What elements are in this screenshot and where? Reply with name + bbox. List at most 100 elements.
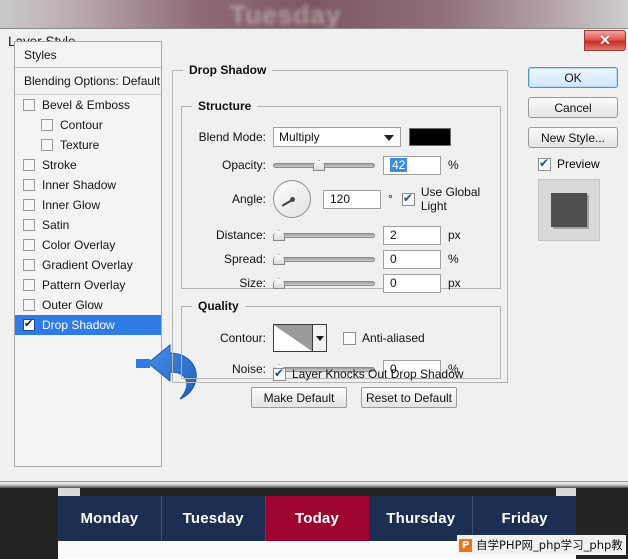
opacity-value: 42 [390, 158, 408, 172]
size-slider[interactable] [273, 276, 375, 290]
style-item-color-overlay[interactable]: Color Overlay [15, 235, 161, 255]
preview-label: Preview [557, 157, 600, 171]
cancel-button[interactable]: Cancel [528, 97, 618, 118]
reset-to-default-button[interactable]: Reset to Default [361, 387, 457, 408]
structure-group: Structure Blend Mode: Multiply Opacity: [181, 99, 501, 293]
chevron-down-icon [384, 135, 394, 141]
distance-slider[interactable] [273, 228, 375, 242]
size-value: 0 [390, 276, 397, 290]
opacity-row: Opacity: 42 % [188, 155, 459, 175]
opacity-slider[interactable] [273, 158, 375, 172]
style-item-inner-glow[interactable]: Inner Glow [15, 195, 161, 215]
checkbox-icon[interactable] [41, 139, 53, 151]
style-item-label: Inner Shadow [42, 178, 117, 192]
style-item-label: Contour [60, 118, 103, 132]
day-tab-label: Tuesday [182, 510, 244, 527]
layer-knocks-out-checkbox[interactable]: Layer Knocks Out Drop Shadow [273, 366, 463, 381]
layer-style-dialog: Layer Style ✕ Styles Blending Options: D… [0, 28, 628, 482]
contour-preview-icon[interactable] [273, 324, 313, 352]
spread-input[interactable]: 0 [383, 249, 441, 269]
drop-shadow-group-title: Drop Shadow [189, 63, 267, 77]
anti-aliased-checkbox[interactable]: Anti-aliased [343, 331, 425, 345]
style-item-label: Pattern Overlay [42, 278, 126, 292]
checkbox-icon[interactable] [23, 317, 35, 331]
spread-slider-track [273, 257, 375, 262]
day-tab-label: Monday [80, 510, 139, 527]
style-item-drop-shadow[interactable]: Drop Shadow [15, 315, 161, 335]
style-item-outer-glow[interactable]: Outer Glow [15, 295, 161, 315]
new-style-button[interactable]: New Style... [528, 127, 618, 148]
opacity-input[interactable]: 42 [383, 155, 441, 175]
style-item-label: Outer Glow [42, 298, 103, 312]
size-row: Size: 0 px [188, 273, 461, 293]
size-input[interactable]: 0 [383, 273, 441, 293]
style-item-pattern-overlay[interactable]: Pattern Overlay [15, 275, 161, 295]
styles-header: Styles [15, 42, 161, 68]
checkbox-icon [273, 366, 286, 381]
checkbox-icon[interactable] [23, 279, 35, 291]
options-area: Drop Shadow Structure Blend Mode: Multip… [172, 63, 508, 467]
close-icon[interactable]: ✕ [584, 30, 626, 51]
day-tab-monday[interactable]: Monday [58, 496, 162, 541]
size-slider-knob[interactable] [273, 278, 285, 289]
style-item-stroke[interactable]: Stroke [15, 155, 161, 175]
style-item-gradient-overlay[interactable]: Gradient Overlay [15, 255, 161, 275]
checkbox-icon[interactable] [23, 259, 35, 271]
blending-options-item[interactable]: Blending Options: Default [15, 68, 161, 95]
checkbox-icon[interactable] [23, 99, 35, 111]
angle-value: 120 [330, 192, 351, 206]
watermark-logo-icon: P [459, 538, 472, 552]
background-word: Tuesday [230, 0, 342, 30]
checkbox-icon[interactable] [41, 119, 53, 131]
checkbox-icon[interactable] [23, 299, 35, 311]
distance-input[interactable]: 2 [383, 225, 441, 245]
preview-checkbox[interactable]: Preview [538, 156, 620, 171]
day-tab-today[interactable]: Today [265, 496, 370, 541]
opacity-slider-knob[interactable] [313, 160, 325, 171]
spread-slider-knob[interactable] [273, 254, 285, 265]
distance-slider-knob[interactable] [273, 230, 285, 241]
ok-button[interactable]: OK [528, 67, 618, 88]
default-buttons-row: Make Default Reset to Default [251, 387, 457, 408]
checkbox-icon[interactable] [23, 239, 35, 251]
checkbox-icon[interactable] [23, 219, 35, 231]
style-item-contour[interactable]: Contour [15, 115, 161, 135]
checkbox-icon[interactable] [23, 179, 35, 191]
day-tab-tuesday[interactable]: Tuesday [161, 496, 266, 541]
make-default-button[interactable]: Make Default [251, 387, 347, 408]
angle-row: Angle: 120 ° Use Global Light [188, 179, 500, 219]
style-item-label: Inner Glow [42, 198, 101, 212]
size-unit: px [448, 276, 461, 290]
style-item-texture[interactable]: Texture [15, 135, 161, 155]
use-global-light-checkbox[interactable]: Use Global Light [401, 185, 500, 213]
shadow-color-swatch[interactable] [409, 128, 451, 146]
checkbox-icon [538, 156, 551, 171]
style-item-bevel-emboss[interactable]: Bevel & Emboss [15, 95, 161, 115]
style-item-inner-shadow[interactable]: Inner Shadow [15, 175, 161, 195]
background-divider-strip [0, 482, 628, 488]
day-tab-label: Friday [501, 510, 548, 527]
angle-input[interactable]: 120 [323, 189, 381, 209]
day-tab-label: Thursday [386, 510, 456, 527]
spread-label: Spread: [223, 252, 266, 266]
style-item-label: Gradient Overlay [42, 258, 133, 272]
distance-row: Distance: 2 px [188, 225, 461, 245]
style-item-label: Drop Shadow [42, 318, 115, 332]
style-item-satin[interactable]: Satin [15, 215, 161, 235]
spread-slider[interactable] [273, 252, 375, 266]
styles-panel: Styles Blending Options: Default Bevel &… [14, 41, 162, 467]
spread-unit: % [448, 252, 459, 266]
checkbox-icon [343, 331, 356, 345]
contour-dropdown-button[interactable] [313, 324, 327, 352]
angle-label: Angle: [231, 192, 266, 206]
checkbox-icon[interactable] [23, 199, 35, 211]
angle-dial[interactable] [273, 180, 311, 218]
quality-group-title: Quality [198, 299, 239, 313]
blend-mode-select[interactable]: Multiply [273, 127, 401, 147]
style-item-label: Texture [60, 138, 100, 152]
opacity-unit: % [448, 158, 459, 172]
blend-mode-row: Blend Mode: Multiply [188, 127, 451, 147]
day-tab-label: Today [294, 510, 340, 527]
opacity-label: Opacity: [221, 158, 266, 172]
checkbox-icon[interactable] [23, 159, 35, 171]
